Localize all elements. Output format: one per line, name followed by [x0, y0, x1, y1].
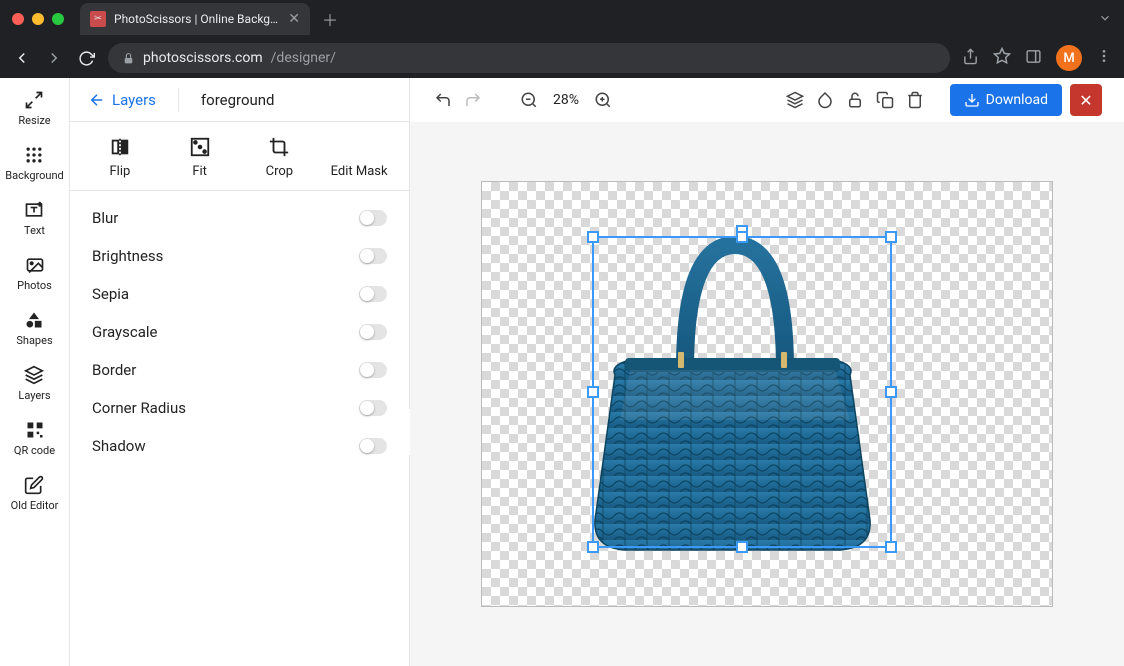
effect-border: Border: [70, 351, 409, 389]
rail-background[interactable]: Background: [5, 145, 63, 182]
handle-bm[interactable]: [736, 541, 748, 553]
layer-name: foreground: [183, 91, 293, 109]
rail-photos[interactable]: Photos: [17, 255, 52, 292]
flip-icon: [109, 136, 131, 158]
layers-icon: [24, 365, 44, 385]
menu-icon[interactable]: [1096, 48, 1112, 68]
toggle-sepia[interactable]: [359, 286, 387, 302]
delete-button[interactable]: [904, 89, 926, 111]
handle-tl[interactable]: [587, 231, 599, 243]
effects-list: Blur Brightness Sepia Grayscale Border C…: [70, 191, 409, 473]
browser-tab[interactable]: ✂ PhotoScissors | Online Backgr... ✕: [80, 3, 310, 35]
selection-box[interactable]: [592, 236, 892, 548]
zoom-out-button[interactable]: [518, 89, 540, 111]
download-icon: [964, 92, 980, 108]
back-to-layers[interactable]: Layers: [70, 91, 174, 109]
layers-button[interactable]: [784, 89, 806, 111]
canvas[interactable]: [410, 122, 1124, 666]
shapes-icon: [24, 310, 44, 330]
edit-icon: [24, 475, 44, 495]
download-button[interactable]: Download: [950, 84, 1062, 116]
tool-flip[interactable]: Flip: [80, 136, 160, 180]
arrow-left-icon: [88, 91, 106, 109]
fit-icon: [189, 136, 211, 158]
effect-brightness: Brightness: [70, 237, 409, 275]
tool-crop[interactable]: Crop: [240, 136, 320, 180]
handle-tr[interactable]: [885, 231, 897, 243]
rail-shapes[interactable]: Shapes: [16, 310, 52, 347]
rail-qrcode[interactable]: QR code: [14, 420, 55, 457]
profile-avatar[interactable]: M: [1056, 45, 1082, 71]
window-controls[interactable]: [12, 13, 64, 25]
crop-icon: [268, 136, 290, 158]
toggle-border[interactable]: [359, 362, 387, 378]
rail-text[interactable]: + Text: [24, 200, 45, 237]
text-icon: +: [24, 200, 44, 220]
zoom-in-button[interactable]: [592, 89, 614, 111]
effect-sepia: Sepia: [70, 275, 409, 313]
tool-edit-mask[interactable]: Edit Mask: [319, 136, 399, 180]
undo-button[interactable]: [432, 89, 454, 111]
favicon-icon: ✂: [90, 11, 106, 27]
close-tab-icon[interactable]: ✕: [288, 11, 300, 27]
duplicate-button[interactable]: [874, 89, 896, 111]
reload-icon[interactable]: [76, 50, 96, 67]
new-tab-button[interactable]: ＋: [322, 7, 338, 31]
left-rail: Resize Background + Text Photos Shapes L…: [0, 78, 70, 666]
handle-mr[interactable]: [885, 386, 897, 398]
zoom-level: 28%: [548, 92, 584, 108]
rail-layers[interactable]: Layers: [18, 365, 50, 402]
tool-fit[interactable]: Fit: [160, 136, 240, 180]
side-panel: Layers foreground Flip Fit Crop Edit Mas…: [70, 78, 410, 666]
effect-grayscale: Grayscale: [70, 313, 409, 351]
star-icon[interactable]: [993, 47, 1011, 69]
effect-blur: Blur: [70, 199, 409, 237]
url-host: photoscissors.com: [143, 50, 263, 66]
tabs-dropdown-icon[interactable]: [1098, 10, 1112, 29]
redo-button[interactable]: [462, 89, 484, 111]
qrcode-icon: [25, 420, 45, 440]
effect-corner-radius: Corner Radius: [70, 389, 409, 427]
toggle-brightness[interactable]: [359, 248, 387, 264]
back-icon[interactable]: [12, 49, 32, 67]
resize-icon: [24, 90, 44, 110]
divider: [178, 88, 179, 112]
handle-tm[interactable]: [736, 231, 748, 243]
panel-icon[interactable]: [1025, 48, 1042, 69]
forward-icon: [44, 49, 64, 67]
url-path: /designer/: [271, 50, 336, 66]
toggle-shadow[interactable]: [359, 438, 387, 454]
handle-ml[interactable]: [587, 386, 599, 398]
tab-title: PhotoScissors | Online Backgr...: [114, 12, 280, 26]
artboard[interactable]: [481, 181, 1053, 607]
rail-old-editor[interactable]: Old Editor: [11, 475, 59, 512]
image-icon: [25, 255, 45, 275]
handle-bl[interactable]: [587, 541, 599, 553]
rail-resize[interactable]: Resize: [18, 90, 50, 127]
effect-shadow: Shadow: [70, 427, 409, 465]
toggle-blur[interactable]: [359, 210, 387, 226]
lock-button[interactable]: [844, 89, 866, 111]
toggle-corner-radius[interactable]: [359, 400, 387, 416]
drop-button[interactable]: [814, 89, 836, 111]
lock-icon: [122, 52, 135, 65]
toggle-grayscale[interactable]: [359, 324, 387, 340]
address-bar[interactable]: photoscissors.com/designer/: [108, 43, 950, 73]
handle-br[interactable]: [885, 541, 897, 553]
close-button[interactable]: ✕: [1070, 84, 1102, 116]
share-icon[interactable]: [962, 48, 979, 69]
grid-icon: [24, 145, 44, 165]
